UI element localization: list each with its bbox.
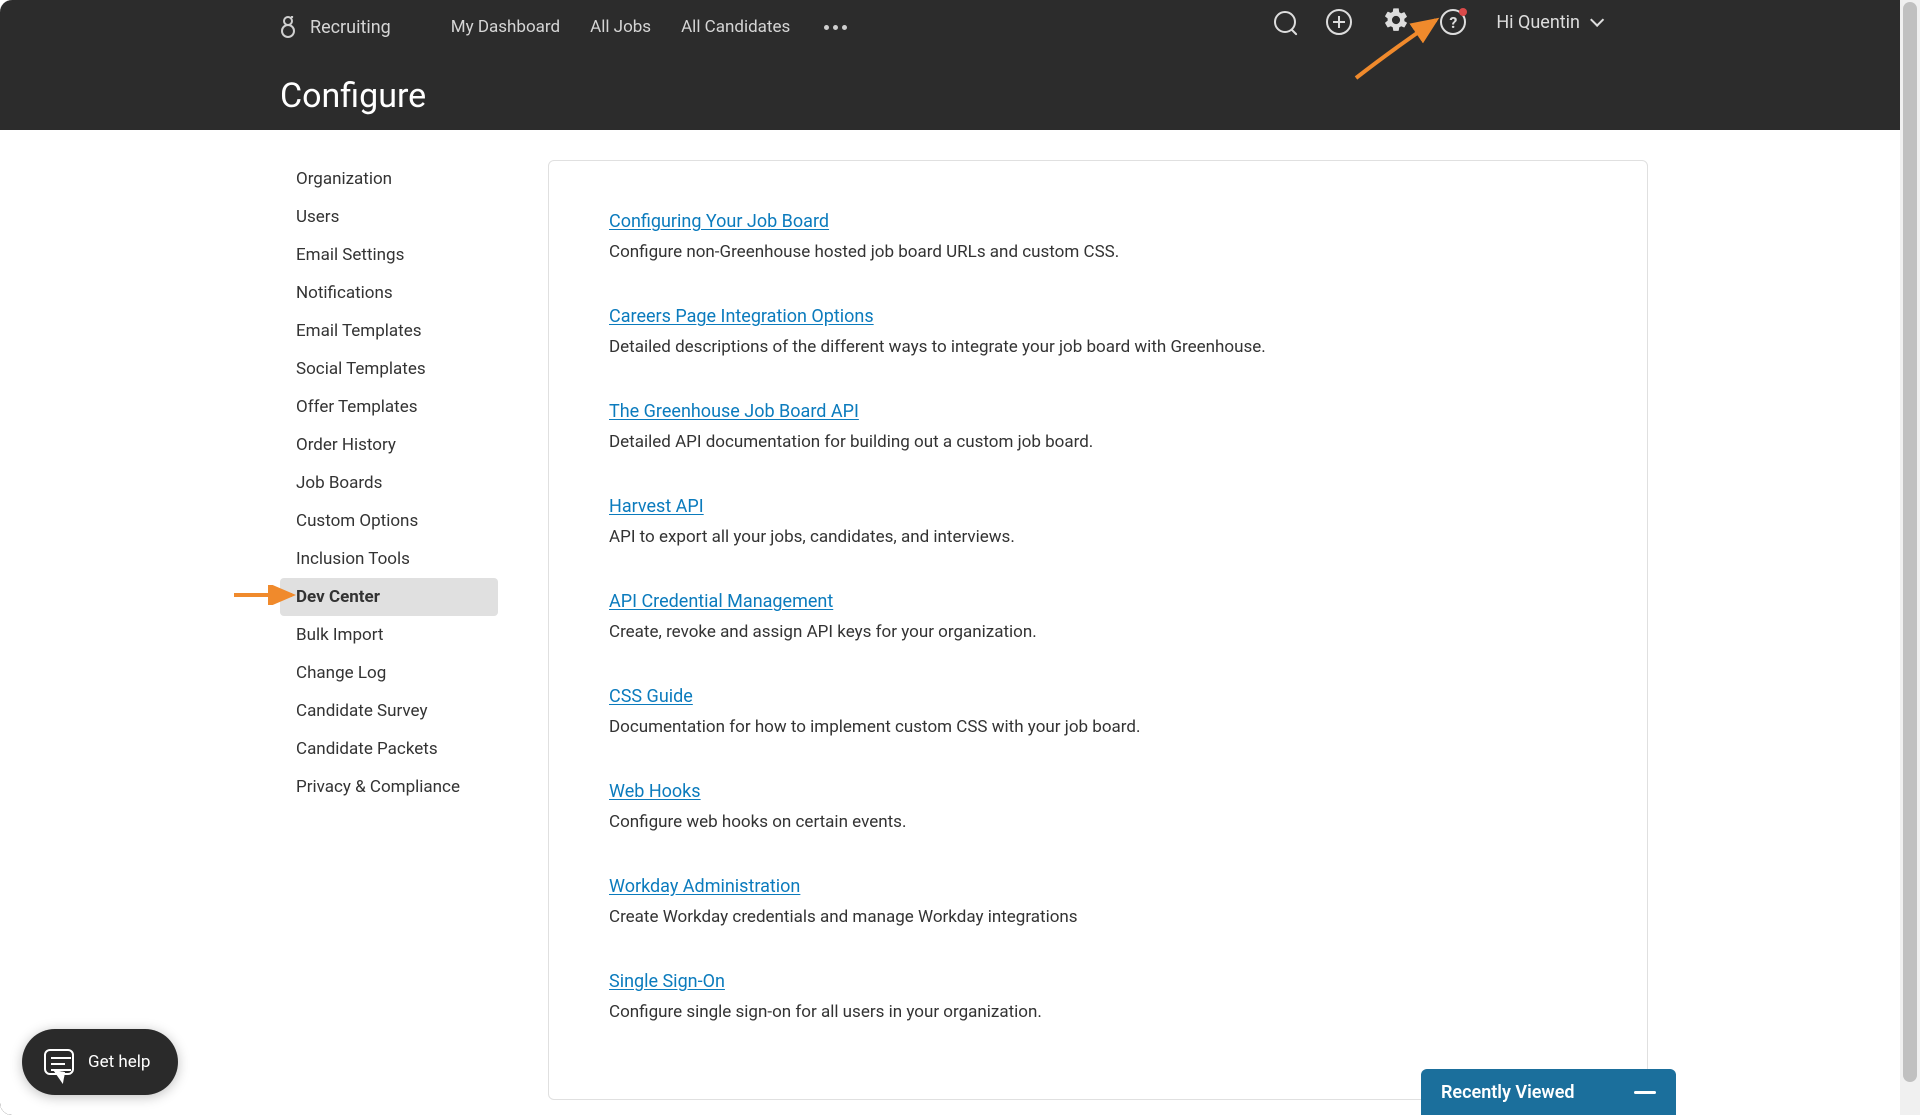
help-icon[interactable]: ? <box>1440 9 1466 35</box>
sidebar-item-offer-templates[interactable]: Offer Templates <box>280 388 498 426</box>
config-description: Create, revoke and assign API keys for y… <box>609 622 1587 642</box>
nav-my-dashboard[interactable]: My Dashboard <box>451 17 560 37</box>
config-description: Detailed API documentation for building … <box>609 432 1587 452</box>
sidebar-item-organization[interactable]: Organization <box>280 160 498 198</box>
config-section: API Credential Management Create, revoke … <box>609 591 1587 642</box>
settings-icon[interactable] <box>1382 6 1410 38</box>
config-link[interactable]: Web Hooks <box>609 781 701 802</box>
user-greeting: Hi Quentin <box>1496 12 1580 33</box>
sidebar-item-label: Users <box>296 207 339 227</box>
config-section: Harvest API API to export all your jobs, … <box>609 496 1587 547</box>
config-description: Create Workday credentials and manage Wo… <box>609 907 1587 927</box>
sidebar-item-label: Notifications <box>296 283 393 303</box>
scrollbar[interactable] <box>1900 0 1920 1115</box>
config-section: Single Sign-On Configure single sign-on f… <box>609 971 1587 1022</box>
config-section: The Greenhouse Job Board API Detailed API… <box>609 401 1587 452</box>
add-icon[interactable] <box>1326 9 1352 35</box>
config-section: Careers Page Integration Options Detailed… <box>609 306 1587 357</box>
config-section: Web Hooks Configure web hooks on certain … <box>609 781 1587 832</box>
nav-all-jobs[interactable]: All Jobs <box>590 17 651 37</box>
brand[interactable]: Recruiting <box>280 16 391 38</box>
sidebar-item-label: Email Settings <box>296 245 404 265</box>
greenhouse-logo-icon <box>280 16 296 38</box>
search-icon[interactable] <box>1274 11 1296 33</box>
sidebar-item-label: Organization <box>296 169 392 189</box>
sidebar-item-label: Candidate Survey <box>296 701 428 721</box>
sidebar-item-label: Privacy & Compliance <box>296 777 460 797</box>
nav-all-candidates[interactable]: All Candidates <box>681 17 790 37</box>
sidebar-item-email-templates[interactable]: Email Templates <box>280 312 498 350</box>
config-link[interactable]: Single Sign-On <box>609 971 725 992</box>
sidebar: Organization Users Email Settings Notificat… <box>280 160 498 1100</box>
nav-more-icon[interactable] <box>820 21 851 34</box>
config-description: Documentation for how to implement custo… <box>609 717 1587 737</box>
sidebar-item-label: Email Templates <box>296 321 422 341</box>
user-menu[interactable]: Hi Quentin <box>1496 12 1600 33</box>
sidebar-item-label: Bulk Import <box>296 625 383 645</box>
chat-bubble-icon <box>44 1049 74 1075</box>
sidebar-item-bulk-import[interactable]: Bulk Import <box>280 616 498 654</box>
sidebar-item-candidate-packets[interactable]: Candidate Packets <box>280 730 498 768</box>
sidebar-item-label: Change Log <box>296 663 386 683</box>
sidebar-item-label: Custom Options <box>296 511 418 531</box>
config-section: Workday Administration Create Workday cre… <box>609 876 1587 927</box>
sidebar-item-job-boards[interactable]: Job Boards <box>280 464 498 502</box>
config-description: API to export all your jobs, candidates,… <box>609 527 1587 547</box>
sidebar-item-label: Dev Center <box>296 587 380 607</box>
chat-label: Get help <box>88 1052 150 1072</box>
gear-icon <box>1382 6 1410 34</box>
config-link[interactable]: Careers Page Integration Options <box>609 306 874 327</box>
sidebar-item-label: Offer Templates <box>296 397 418 417</box>
config-description: Detailed descriptions of the different w… <box>609 337 1587 357</box>
recently-viewed-panel[interactable]: Recently Viewed <box>1421 1069 1676 1115</box>
recently-viewed-label: Recently Viewed <box>1441 1082 1575 1103</box>
sidebar-item-notifications[interactable]: Notifications <box>280 274 498 312</box>
config-link[interactable]: Workday Administration <box>609 876 800 897</box>
sidebar-item-privacy-compliance[interactable]: Privacy & Compliance <box>280 768 498 806</box>
sidebar-item-inclusion-tools[interactable]: Inclusion Tools <box>280 540 498 578</box>
config-link[interactable]: Configuring Your Job Board <box>609 211 829 232</box>
scrollbar-thumb[interactable] <box>1903 2 1917 1082</box>
sidebar-item-social-templates[interactable]: Social Templates <box>280 350 498 388</box>
page-title: Configure <box>280 76 426 116</box>
chat-widget[interactable]: Get help <box>22 1029 178 1095</box>
sidebar-item-dev-center[interactable]: Dev Center <box>280 578 498 616</box>
sidebar-item-label: Candidate Packets <box>296 739 438 759</box>
sidebar-item-change-log[interactable]: Change Log <box>280 654 498 692</box>
sidebar-item-email-settings[interactable]: Email Settings <box>280 236 498 274</box>
header-bar: Recruiting My Dashboard All Jobs All Can… <box>0 0 1920 130</box>
brand-label: Recruiting <box>310 17 391 38</box>
config-section: CSS Guide Documentation for how to implem… <box>609 686 1587 737</box>
config-description: Configure web hooks on certain events. <box>609 812 1587 832</box>
config-description: Configure single sign-on for all users i… <box>609 1002 1587 1022</box>
sidebar-item-label: Order History <box>296 435 396 455</box>
sidebar-item-label: Inclusion Tools <box>296 549 410 569</box>
notification-dot-icon <box>1459 8 1467 16</box>
config-link[interactable]: API Credential Management <box>609 591 833 612</box>
sidebar-item-label: Social Templates <box>296 359 426 379</box>
sidebar-item-order-history[interactable]: Order History <box>280 426 498 464</box>
config-section: Configuring Your Job Board Configure non-… <box>609 211 1587 262</box>
collapse-icon <box>1634 1091 1656 1094</box>
config-link[interactable]: The Greenhouse Job Board API <box>609 401 859 422</box>
sidebar-item-label: Job Boards <box>296 473 382 493</box>
sidebar-item-users[interactable]: Users <box>280 198 498 236</box>
config-link[interactable]: Harvest API <box>609 496 704 517</box>
sidebar-item-custom-options[interactable]: Custom Options <box>280 502 498 540</box>
main-panel: Configuring Your Job Board Configure non-… <box>548 160 1648 1100</box>
sidebar-item-candidate-survey[interactable]: Candidate Survey <box>280 692 498 730</box>
config-link[interactable]: CSS Guide <box>609 686 693 707</box>
config-description: Configure non-Greenhouse hosted job boar… <box>609 242 1587 262</box>
